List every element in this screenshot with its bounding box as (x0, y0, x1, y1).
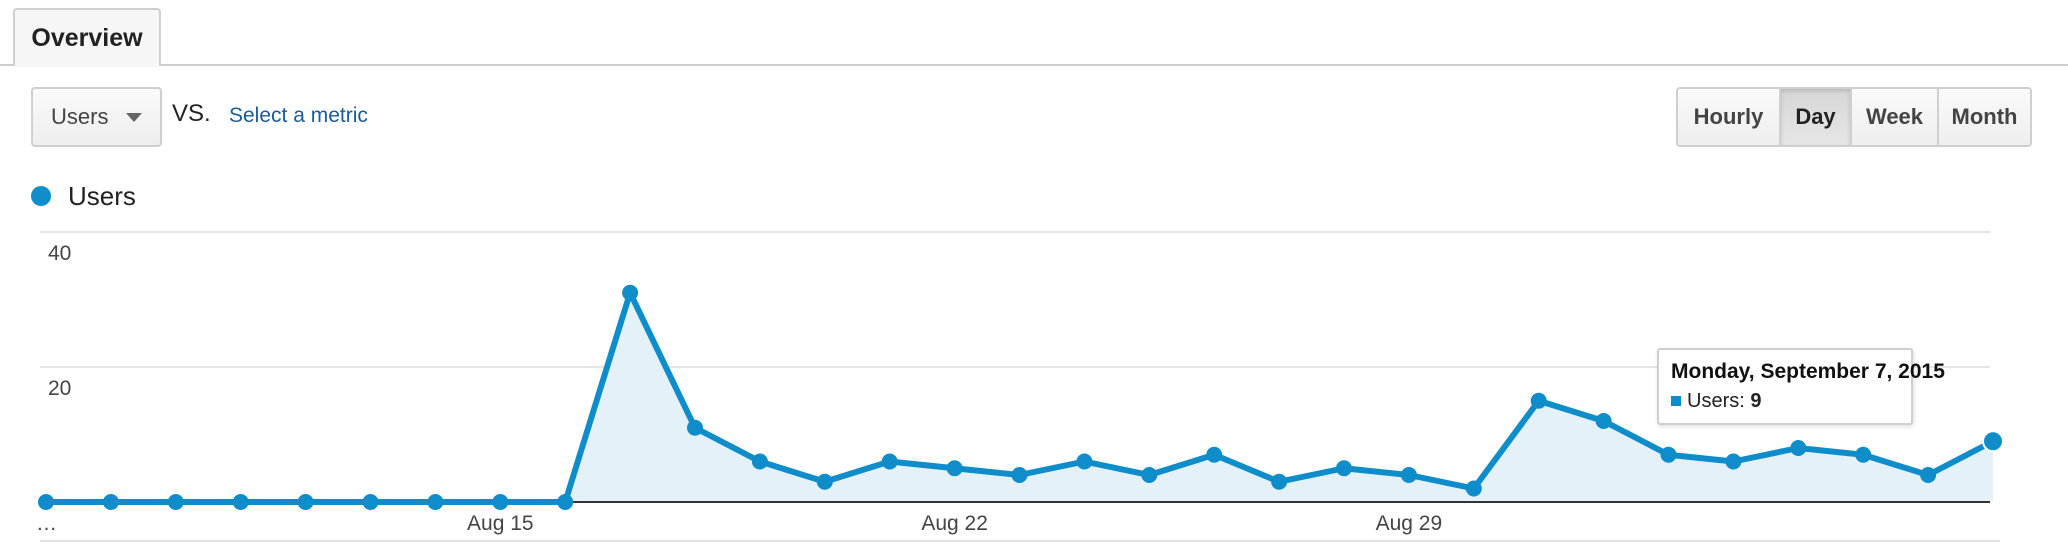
data-point[interactable] (1855, 446, 1872, 463)
data-point[interactable] (751, 453, 768, 470)
data-point[interactable] (1336, 460, 1352, 477)
granularity-day-button[interactable]: Day (1779, 89, 1850, 145)
legend-dot-icon (31, 186, 51, 206)
data-point[interactable] (557, 494, 574, 510)
data-point[interactable] (881, 453, 898, 470)
data-point[interactable] (1595, 413, 1612, 429)
granularity-group: Hourly Day Week Month (1676, 87, 2032, 147)
data-point[interactable] (1530, 392, 1547, 409)
x-tick-label: Aug 22 (921, 512, 988, 535)
data-point[interactable] (362, 494, 379, 510)
metric-dropdown[interactable]: Users (31, 87, 162, 147)
tab-strip-divider (0, 64, 2068, 66)
tooltip-date: Monday, September 7, 2015 (1671, 360, 1945, 383)
granularity-hourly-button[interactable]: Hourly (1678, 89, 1779, 145)
x-tick-label: Aug 29 (1376, 512, 1443, 535)
tab-strip: Overview (0, 0, 2068, 67)
data-point[interactable] (1141, 467, 1158, 483)
chart-tooltip: Monday, September 7, 2015 Users: 9 (1657, 348, 1945, 425)
tooltip-metric-label: Users: (1687, 390, 1745, 412)
data-point[interactable] (167, 494, 184, 510)
data-point[interactable] (1206, 446, 1223, 463)
data-point[interactable] (687, 419, 703, 436)
data-point[interactable] (38, 494, 54, 510)
data-point[interactable] (492, 494, 509, 510)
granularity-week-button[interactable]: Week (1850, 89, 1937, 145)
metric-dropdown-value: Users (51, 104, 109, 129)
chevron-down-icon (126, 113, 142, 122)
data-point[interactable] (1660, 446, 1677, 463)
data-point[interactable] (1465, 480, 1482, 497)
data-point[interactable] (816, 473, 833, 490)
tab-overview-cover (15, 63, 159, 67)
data-point[interactable] (102, 494, 119, 510)
data-point[interactable] (622, 284, 639, 301)
data-point[interactable] (297, 494, 314, 510)
data-point[interactable] (1982, 430, 2004, 453)
tooltip-value: 9 (1750, 390, 1762, 412)
legend-label[interactable]: Users (68, 181, 136, 212)
tooltip-swatch-icon (1671, 396, 1681, 406)
select-metric-link[interactable]: Select a metric (229, 104, 368, 128)
data-point[interactable] (1271, 473, 1288, 490)
vs-label: VS. (172, 100, 211, 127)
granularity-month-button[interactable]: Month (1937, 89, 2030, 145)
y-tick-label: 20 (48, 377, 71, 400)
data-point[interactable] (1790, 440, 1807, 456)
data-point[interactable] (1076, 453, 1093, 470)
data-point[interactable] (1011, 467, 1028, 483)
x-tick-label: … (36, 512, 57, 535)
data-point[interactable] (1725, 453, 1742, 470)
data-point[interactable] (232, 494, 249, 510)
x-tick-label: Aug 15 (467, 512, 534, 535)
y-tick-label: 40 (48, 242, 71, 265)
tooltip-row: Users: 9 (1671, 390, 1761, 413)
data-point[interactable] (946, 460, 963, 477)
data-point[interactable] (1400, 467, 1417, 483)
data-point[interactable] (1920, 467, 1937, 483)
data-point[interactable] (427, 494, 444, 510)
chart-bottom-rule (40, 540, 2000, 542)
tab-overview[interactable]: Overview (13, 8, 161, 64)
